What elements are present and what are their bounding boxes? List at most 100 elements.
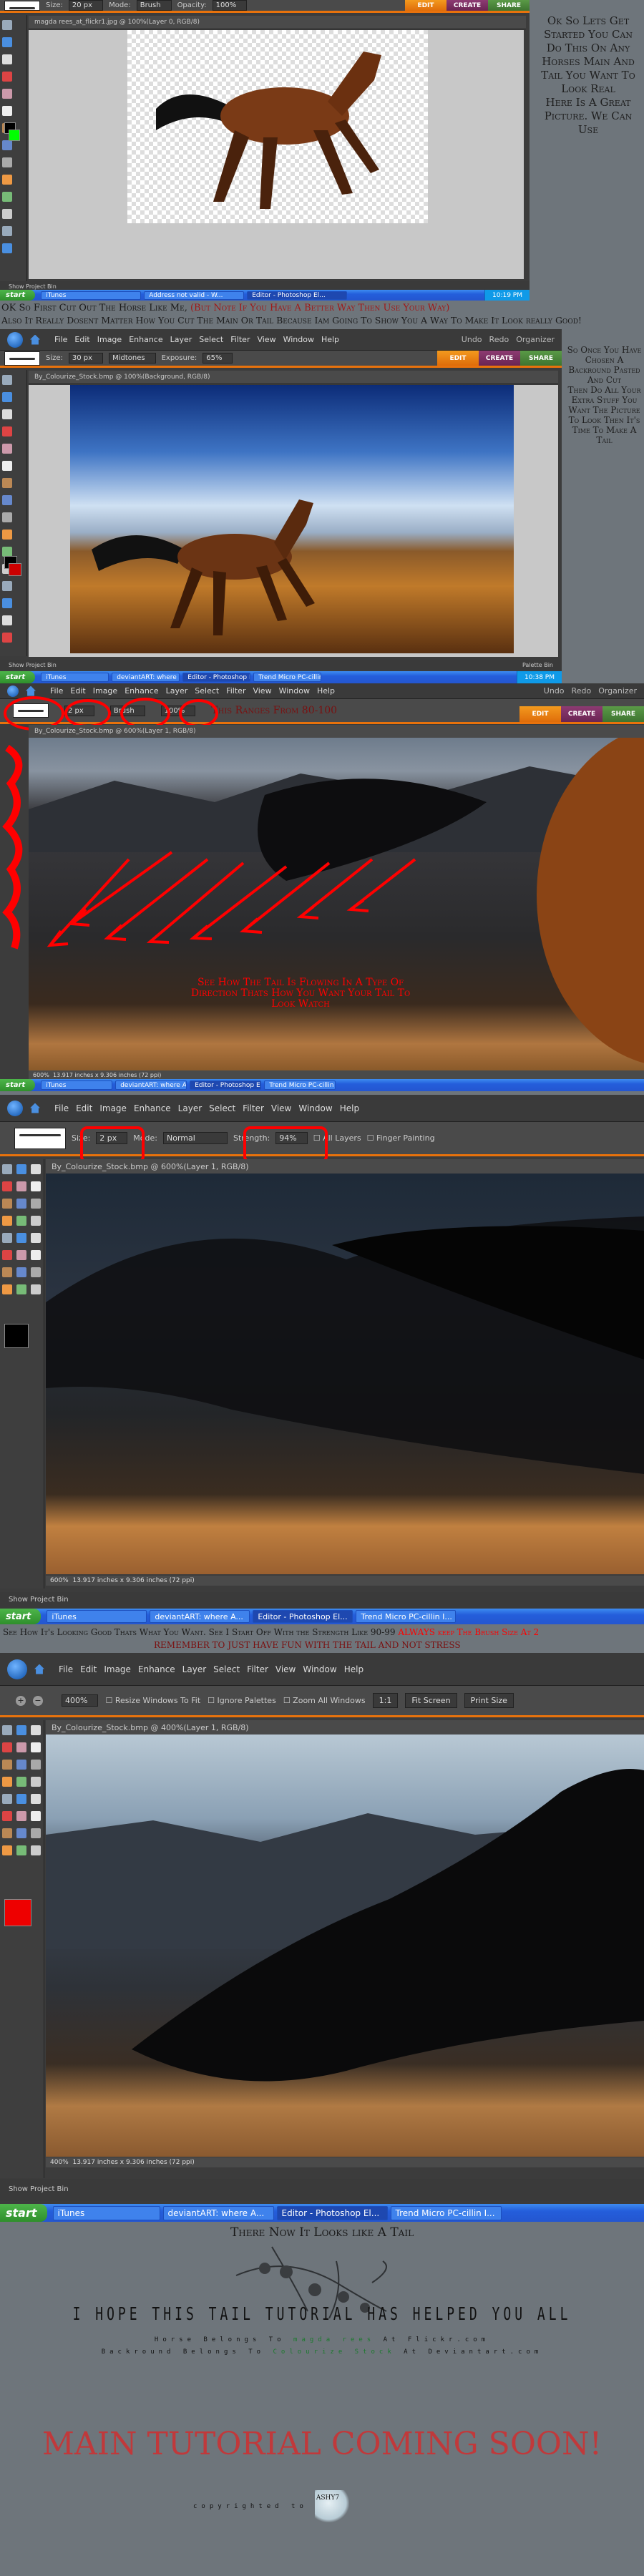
resize-windows-checkbox[interactable]: ☐ Resize Windows To Fit <box>105 1696 200 1705</box>
tool-icon[interactable] <box>16 1216 26 1226</box>
tab-create[interactable]: CREATE <box>447 0 488 11</box>
taskbar-editor[interactable]: Editor - Photoshop El... <box>190 1080 262 1091</box>
menu-filter[interactable]: Filter <box>230 335 250 344</box>
tool-icon[interactable] <box>31 1164 41 1174</box>
mode-select[interactable]: Brush <box>136 0 172 11</box>
tab-create[interactable]: CREATE <box>561 706 602 722</box>
taskbar-trend[interactable]: Trend Micro PC-cillin I... <box>356 1610 457 1623</box>
tool-icon[interactable] <box>2 243 12 253</box>
tool-icon[interactable] <box>2 89 12 99</box>
tool-icon[interactable] <box>2 530 12 540</box>
foreground-color-swatch[interactable] <box>4 1324 29 1348</box>
menu-select[interactable]: Select <box>195 686 219 696</box>
home-icon[interactable] <box>26 686 36 696</box>
tool-icon[interactable] <box>31 1760 41 1770</box>
tool-icon[interactable] <box>2 175 12 185</box>
menu-view[interactable]: View <box>271 1103 291 1113</box>
taskbar-itunes[interactable]: iTunes <box>47 1610 147 1623</box>
menu-select[interactable]: Select <box>213 1664 240 1674</box>
tool-icon[interactable] <box>16 1725 26 1735</box>
tool-icon[interactable] <box>16 1828 26 1838</box>
taskbar-browser[interactable]: deviantART: where A... <box>162 2205 274 2220</box>
tool-icon[interactable] <box>2 444 12 454</box>
finger-painting-checkbox[interactable]: ☐ Finger Painting <box>367 1133 435 1143</box>
tool-icon[interactable] <box>31 1284 41 1294</box>
menu-help[interactable]: Help <box>340 1103 359 1113</box>
start-button[interactable]: start <box>0 290 36 301</box>
zoom-out-button[interactable]: − <box>33 1695 43 1706</box>
menu-window[interactable]: Window <box>298 1103 332 1113</box>
tool-icon[interactable] <box>16 1845 26 1855</box>
tool-icon[interactable] <box>2 615 12 625</box>
redo-button[interactable]: Redo <box>572 686 592 696</box>
menu-enhance[interactable]: Enhance <box>134 1103 171 1113</box>
tool-icon[interactable] <box>2 392 12 402</box>
home-icon[interactable] <box>30 334 40 345</box>
taskbar-editor[interactable]: Editor - Photoshop El... <box>182 672 251 683</box>
menu-enhance[interactable]: Enhance <box>125 686 158 696</box>
menu-view[interactable]: View <box>253 686 271 696</box>
actual-pixels-button[interactable]: 1:1 <box>372 1693 399 1708</box>
tool-icon[interactable] <box>2 1267 12 1277</box>
tab-create[interactable]: CREATE <box>479 351 520 366</box>
zoomed-canvas[interactable]: See How The Tail Is Flowing In A Type Of… <box>29 727 644 1070</box>
size-select[interactable]: 30 px <box>68 353 104 364</box>
tool-icon[interactable] <box>2 581 12 591</box>
tool-icon[interactable] <box>2 72 12 82</box>
mode-select[interactable]: Normal <box>162 1132 228 1144</box>
project-bin-toggle[interactable]: Show Project Bin <box>0 1592 644 1608</box>
tool-icon[interactable] <box>2 461 12 471</box>
tool-icon[interactable] <box>16 1250 26 1260</box>
tool-icon[interactable] <box>2 1199 12 1209</box>
tool-icon[interactable] <box>31 1233 41 1243</box>
brush-preview[interactable] <box>4 0 40 11</box>
tool-icon[interactable] <box>31 1828 41 1838</box>
menu-edit[interactable]: Edit <box>74 335 89 344</box>
exposure-select[interactable]: 65% <box>203 353 233 364</box>
tool-icon[interactable] <box>2 1250 12 1260</box>
tool-icon[interactable] <box>2 192 12 202</box>
tool-icon[interactable] <box>16 1233 26 1243</box>
taskbar-browser[interactable]: deviantART: where A... <box>150 1610 250 1623</box>
start-button[interactable]: start <box>0 671 36 683</box>
background-color-swatch[interactable] <box>9 563 21 576</box>
start-button[interactable]: start <box>0 2204 47 2222</box>
taskbar-editor[interactable]: Editor - Photoshop El... <box>253 1610 353 1623</box>
organizer-button[interactable]: Organizer <box>516 335 555 344</box>
tool-icon[interactable] <box>2 140 12 150</box>
opacity-select[interactable]: 100% <box>212 0 248 11</box>
menu-layer[interactable]: Layer <box>182 1664 206 1674</box>
menu-enhance[interactable]: Enhance <box>129 335 162 344</box>
tool-icon[interactable] <box>16 1760 26 1770</box>
menu-file[interactable]: File <box>50 686 63 696</box>
tool-icon[interactable] <box>2 633 12 643</box>
menu-image[interactable]: Image <box>97 335 122 344</box>
menu-file[interactable]: File <box>59 1664 73 1674</box>
size-select[interactable]: 20 px <box>68 0 104 11</box>
foreground-color-swatch[interactable] <box>4 1899 31 1926</box>
taskbar-trend[interactable]: Trend Micro PC-cillin I... <box>253 672 322 683</box>
project-bin-toggle[interactable]: Show Project Bin <box>0 2179 644 2200</box>
taskbar-trend[interactable]: Trend Micro PC-cillin I... <box>264 1080 336 1091</box>
tool-icon[interactable] <box>31 1794 41 1804</box>
menu-window[interactable]: Window <box>303 1664 336 1674</box>
zoom-all-windows-checkbox[interactable]: ☐ Zoom All Windows <box>283 1696 366 1705</box>
tab-share[interactable]: SHARE <box>602 706 644 722</box>
menu-filter[interactable]: Filter <box>243 1103 264 1113</box>
project-bin-toggle[interactable]: Show Project Bin <box>9 662 57 668</box>
zoom-select[interactable]: 400% <box>62 1694 99 1707</box>
zoomed-canvas[interactable] <box>46 1735 644 2157</box>
menu-window[interactable]: Window <box>283 335 314 344</box>
tab-edit[interactable]: EDIT <box>519 706 561 722</box>
zoomed-canvas[interactable] <box>46 1174 644 1574</box>
menu-view[interactable]: View <box>275 1664 296 1674</box>
tool-icon[interactable] <box>16 1811 26 1821</box>
palette-bin-toggle[interactable]: Palette Bin <box>522 662 553 668</box>
taskbar-itunes[interactable]: iTunes <box>52 2205 160 2220</box>
tool-icon[interactable] <box>2 512 12 522</box>
tab-share[interactable]: SHARE <box>520 351 562 366</box>
tool-icon[interactable] <box>2 1284 12 1294</box>
tool-icon[interactable] <box>2 598 12 608</box>
taskbar-editor[interactable]: Editor - Photoshop El... <box>247 291 348 300</box>
taskbar-itunes[interactable]: iTunes <box>41 672 109 683</box>
